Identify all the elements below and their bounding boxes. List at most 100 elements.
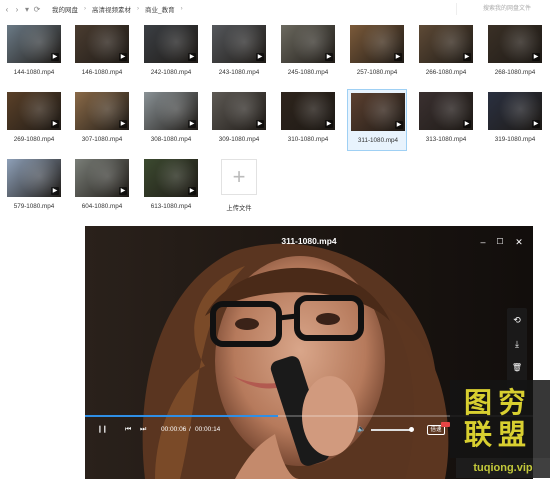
file-name: 245-1080.mp4 — [287, 69, 329, 76]
breadcrumb-item-current[interactable]: 商业_教育 — [145, 4, 175, 14]
volume-icon[interactable]: 🔈 — [357, 422, 366, 438]
video-thumbnail: ▶ — [488, 25, 542, 63]
file-tile[interactable]: ▶ 579-1080.mp4 — [4, 156, 64, 218]
file-tile[interactable]: ▶ 310-1080.mp4 — [278, 89, 338, 151]
file-name: 144-1080.mp4 — [13, 69, 55, 76]
search-input[interactable]: 搜索我的网盘文件 — [456, 3, 546, 15]
file-tile[interactable]: ▶ 311-1080.mp4 — [347, 89, 407, 151]
file-name: 613-1080.mp4 — [150, 203, 192, 210]
file-browser-window: ‹ › ▾ ⟳ 我的网盘 › 高清视频素材 › 商业_教育 › 搜索我的网盘文件… — [0, 0, 550, 480]
download-icon[interactable]: ⤓ — [507, 334, 527, 354]
file-name: 146-1080.mp4 — [81, 69, 123, 76]
file-tile[interactable]: ▶ 245-1080.mp4 — [278, 22, 338, 84]
video-thumbnail: ▶ — [488, 92, 542, 130]
video-thumbnail: ▶ — [75, 25, 129, 63]
file-tile[interactable]: ▶ 266-1080.mp4 — [416, 22, 476, 84]
file-tile[interactable]: ▶ 242-1080.mp4 — [141, 22, 201, 84]
forward-icon[interactable]: › — [12, 3, 22, 15]
play-icon: ▶ — [188, 53, 196, 61]
video-thumbnail: ▶ — [419, 92, 473, 130]
play-icon: ▶ — [532, 120, 540, 128]
file-name: 243-1080.mp4 — [218, 69, 260, 76]
breadcrumb-separator: › — [137, 6, 139, 12]
file-tile[interactable]: ▶ 268-1080.mp4 — [485, 22, 545, 84]
play-icon: ▶ — [256, 53, 264, 61]
play-icon: ▶ — [532, 53, 540, 61]
next-icon[interactable]: ⏭ — [140, 422, 146, 438]
previous-icon[interactable]: ⏮ — [125, 422, 131, 438]
video-title: 311-1080.mp4 — [281, 236, 337, 246]
breadcrumb-item-folder[interactable]: 高清视频素材 — [92, 4, 131, 14]
watermark-url: tuqiong.vip — [456, 458, 550, 478]
file-name: 604-1080.mp4 — [81, 203, 123, 210]
progress-fill — [85, 415, 278, 417]
file-tile[interactable]: ▶ 243-1080.mp4 — [209, 22, 269, 84]
file-name: 307-1080.mp4 — [81, 136, 123, 143]
file-tile[interactable]: ▶ 604-1080.mp4 — [72, 156, 132, 218]
history-dropdown-icon[interactable]: ▾ — [22, 3, 32, 15]
file-tile[interactable]: ▶ 257-1080.mp4 — [347, 22, 407, 84]
time-separator: / — [189, 426, 191, 433]
upload-box: + — [221, 159, 257, 195]
delete-icon[interactable]: 🗑 — [507, 358, 527, 378]
file-name: 313-1080.mp4 — [425, 136, 467, 143]
pause-icon[interactable]: ❙❙ — [97, 422, 108, 438]
video-thumbnail: ▶ — [419, 25, 473, 63]
file-tile[interactable]: ▶ 146-1080.mp4 — [72, 22, 132, 84]
upload-file-button[interactable]: + 上传文件 — [209, 156, 269, 218]
watermark-line-2: 联盟 — [464, 419, 533, 450]
video-thumbnail: ▶ — [75, 159, 129, 197]
play-icon: ▶ — [188, 187, 196, 195]
file-name: 579-1080.mp4 — [13, 203, 55, 210]
close-icon[interactable]: ✕ — [513, 236, 525, 248]
file-tile[interactable]: ▶ 309-1080.mp4 — [209, 89, 269, 151]
watermark-block: 图穷 联盟 — [450, 380, 550, 458]
volume-slider[interactable] — [371, 429, 413, 431]
video-thumbnail: ▶ — [7, 25, 61, 63]
refresh-icon[interactable]: ⟳ — [32, 3, 42, 15]
play-icon: ▶ — [51, 187, 59, 195]
play-icon: ▶ — [463, 120, 471, 128]
play-icon: ▶ — [394, 53, 402, 61]
file-tile[interactable]: ▶ 269-1080.mp4 — [4, 89, 64, 151]
file-tile[interactable]: ▶ 319-1080.mp4 — [485, 89, 545, 151]
side-toolbar: ⟲ ⤓ 🗑 — [507, 308, 527, 390]
file-name: 242-1080.mp4 — [150, 69, 192, 76]
play-icon: ▶ — [51, 53, 59, 61]
volume-knob[interactable] — [408, 427, 414, 432]
video-thumbnail: ▶ — [212, 92, 266, 130]
watermark: 图穷 联盟 tuqiong.vip — [450, 380, 550, 480]
file-name: 311-1080.mp4 — [357, 137, 399, 144]
play-icon: ▶ — [325, 53, 333, 61]
play-icon: ▶ — [119, 187, 127, 195]
file-tile[interactable]: ▶ 613-1080.mp4 — [141, 156, 201, 218]
plus-icon: + — [232, 164, 246, 189]
current-time: 00:00:06 — [161, 426, 187, 433]
video-thumbnail: ▶ — [281, 92, 335, 130]
file-tile[interactable]: ▶ 308-1080.mp4 — [141, 89, 201, 151]
file-name: 309-1080.mp4 — [218, 136, 260, 143]
play-icon: ▶ — [325, 120, 333, 128]
share-icon[interactable]: ⟲ — [507, 310, 527, 330]
breadcrumb-separator: › — [84, 6, 86, 12]
breadcrumb-separator: › — [180, 6, 183, 12]
back-icon[interactable]: ‹ — [2, 3, 12, 15]
file-name: 269-1080.mp4 — [13, 136, 55, 143]
video-thumbnail: ▶ — [281, 25, 335, 63]
minimize-icon[interactable]: – — [477, 236, 489, 248]
play-icon: ▶ — [395, 121, 403, 129]
video-thumbnail: ▶ — [75, 92, 129, 130]
video-thumbnail: ▶ — [144, 25, 198, 63]
file-tile[interactable]: ▶ 307-1080.mp4 — [72, 89, 132, 151]
breadcrumb: 我的网盘 › 高清视频素材 › 商业_教育 › — [52, 4, 189, 14]
watermark-line-1: 图穷 — [464, 387, 533, 418]
video-thumbnail: ▶ — [7, 92, 61, 130]
video-thumbnail: ▶ — [212, 25, 266, 63]
file-tile[interactable]: ▶ 144-1080.mp4 — [4, 22, 64, 84]
total-time: 00:00:14 — [195, 426, 221, 433]
breadcrumb-item-root[interactable]: 我的网盘 — [52, 4, 78, 14]
file-tile[interactable]: ▶ 313-1080.mp4 — [416, 89, 476, 151]
video-thumbnail: ▶ — [144, 92, 198, 130]
play-icon: ▶ — [256, 120, 264, 128]
maximize-icon[interactable]: ☐ — [494, 236, 506, 248]
